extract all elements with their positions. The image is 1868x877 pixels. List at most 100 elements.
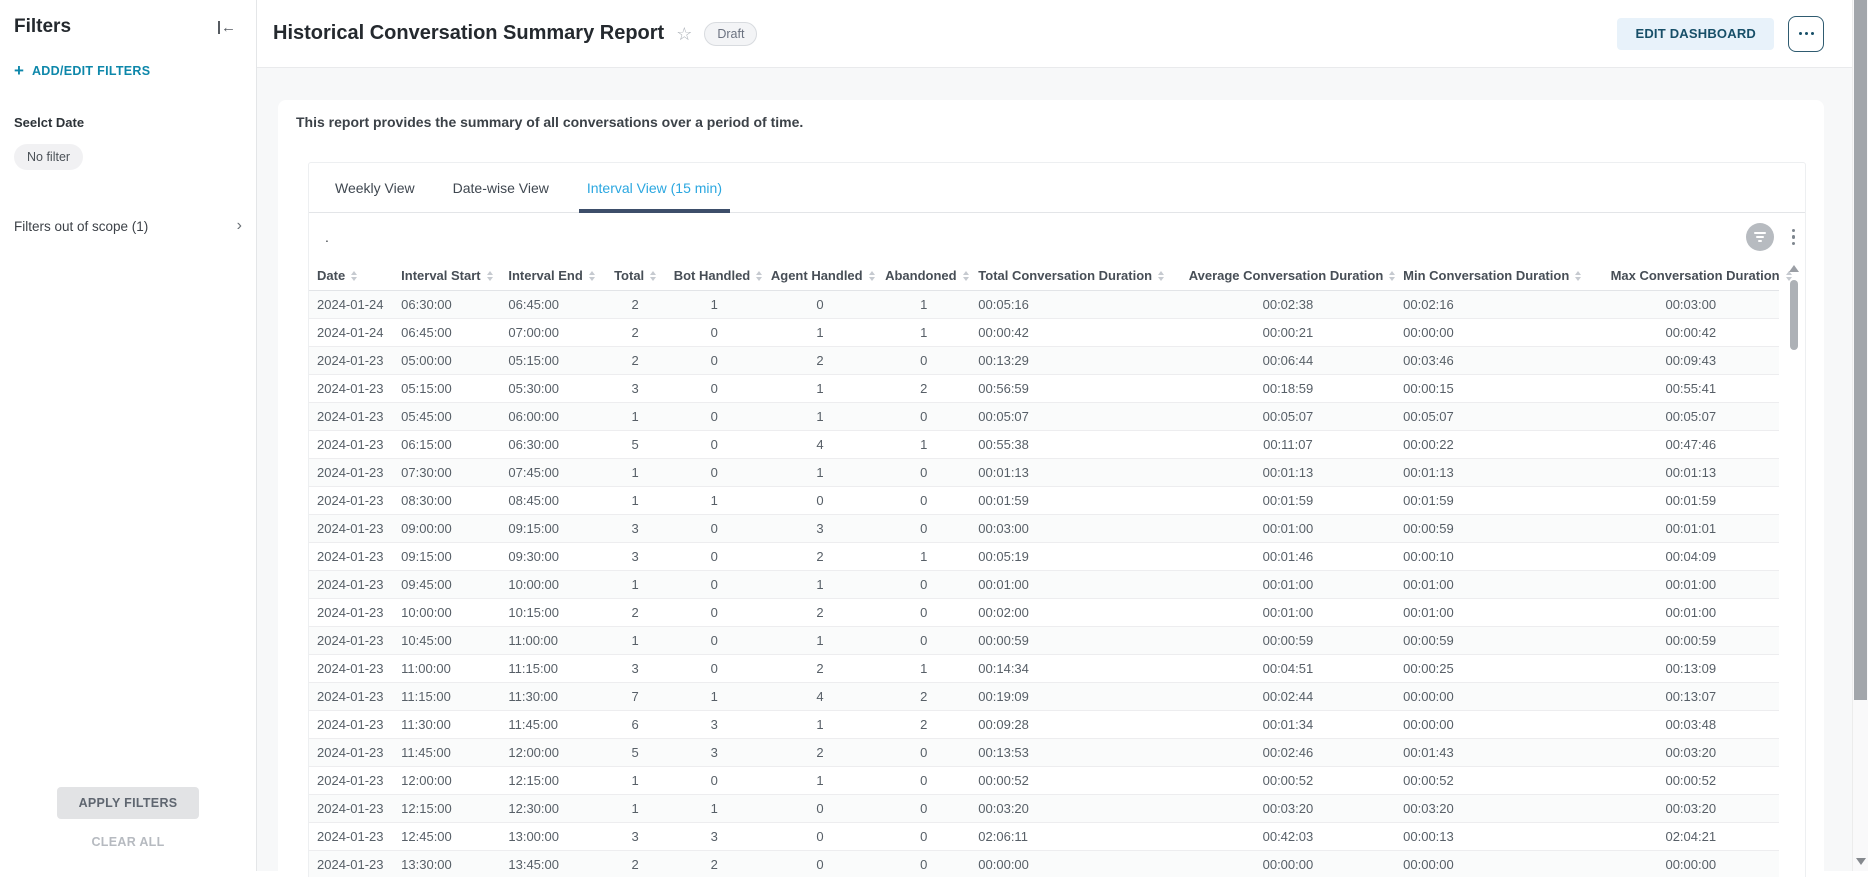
add-edit-filters-button[interactable]: + ADD/EDIT FILTERS bbox=[0, 38, 256, 79]
table-cell: 0 bbox=[877, 851, 970, 877]
widget-toolbar: . bbox=[309, 213, 1805, 261]
table-cell: 0 bbox=[763, 487, 877, 515]
table-cell: 1 bbox=[877, 431, 970, 459]
column-header-total[interactable]: Total bbox=[605, 261, 666, 291]
page-scrollbar[interactable] bbox=[1852, 0, 1868, 871]
table-cell: 00:01:13 bbox=[1603, 459, 1779, 487]
clear-all-button[interactable]: CLEAR ALL bbox=[0, 835, 256, 849]
table-cell: 0 bbox=[666, 375, 763, 403]
table-cell: 05:15:00 bbox=[393, 375, 500, 403]
column-header-interval-end[interactable]: Interval End bbox=[500, 261, 604, 291]
table-cell: 1 bbox=[666, 795, 763, 823]
table-cell: 00:04:51 bbox=[1181, 655, 1395, 683]
table-cell: 2 bbox=[763, 739, 877, 767]
table-cell: 00:05:07 bbox=[1395, 403, 1602, 431]
report-card: This report provides the summary of all … bbox=[278, 100, 1824, 877]
table-cell: 00:01:00 bbox=[1181, 571, 1395, 599]
table-cell: 00:00:00 bbox=[970, 851, 1180, 877]
table-cell: 0 bbox=[666, 431, 763, 459]
column-header-interval-start[interactable]: Interval Start bbox=[393, 261, 500, 291]
table-cell: 2024-01-24 bbox=[309, 319, 393, 347]
table-cell: 00:05:07 bbox=[970, 403, 1180, 431]
table-cell: 0 bbox=[666, 515, 763, 543]
column-header-max-conversation-duration[interactable]: Max Conversation Duration bbox=[1603, 261, 1779, 291]
column-header-bot-handled[interactable]: Bot Handled bbox=[666, 261, 763, 291]
table-row: 2024-01-2308:30:0008:45:00110000:01:5900… bbox=[309, 487, 1779, 515]
column-header-date[interactable]: Date bbox=[309, 261, 393, 291]
scroll-up-icon[interactable] bbox=[1789, 265, 1799, 272]
tab-weekly-view[interactable]: Weekly View bbox=[331, 163, 419, 212]
table-header-row: DateInterval StartInterval EndTotalBot H… bbox=[309, 261, 1779, 291]
table-filter-icon[interactable] bbox=[1746, 223, 1774, 251]
tab-interval-view[interactable]: Interval View (15 min) bbox=[583, 163, 726, 212]
table-cell: 11:15:00 bbox=[393, 683, 500, 711]
column-header-abandoned[interactable]: Abandoned bbox=[877, 261, 970, 291]
edit-dashboard-button[interactable]: EDIT DASHBOARD bbox=[1617, 18, 1774, 50]
column-header-average-conversation-duration[interactable]: Average Conversation Duration bbox=[1181, 261, 1395, 291]
table-cell: 00:00:59 bbox=[1395, 515, 1602, 543]
table-cell: 1 bbox=[763, 571, 877, 599]
table-cell: 2024-01-23 bbox=[309, 515, 393, 543]
table-cell: 08:30:00 bbox=[393, 487, 500, 515]
table-cell: 00:13:53 bbox=[970, 739, 1180, 767]
table-cell: 05:15:00 bbox=[500, 347, 604, 375]
table-cell: 00:05:16 bbox=[970, 291, 1180, 319]
table-row: 2024-01-2313:30:0013:45:00220000:00:0000… bbox=[309, 851, 1779, 877]
table-cell: 11:00:00 bbox=[393, 655, 500, 683]
table-cell: 00:05:07 bbox=[1181, 403, 1395, 431]
table-scrollbar-thumb[interactable] bbox=[1790, 280, 1798, 350]
table-cell: 07:45:00 bbox=[500, 459, 604, 487]
column-header-total-conversation-duration[interactable]: Total Conversation Duration bbox=[970, 261, 1180, 291]
table-cell: 06:45:00 bbox=[500, 291, 604, 319]
table-cell: 0 bbox=[666, 571, 763, 599]
ellipsis-horizontal-icon[interactable] bbox=[1788, 16, 1824, 52]
table-cell: 0 bbox=[877, 767, 970, 795]
tab-date-wise-view[interactable]: Date-wise View bbox=[449, 163, 553, 212]
table-cell: 00:00:42 bbox=[970, 319, 1180, 347]
page-scrollbar-thumb[interactable] bbox=[1854, 0, 1867, 700]
table-cell: 5 bbox=[605, 431, 666, 459]
filters-out-of-scope-row[interactable]: Filters out of scope (1) › bbox=[0, 170, 256, 234]
table-cell: 00:03:48 bbox=[1603, 711, 1779, 739]
collapse-sidebar-icon[interactable]: ← bbox=[218, 20, 236, 35]
table-row: 2024-01-2309:45:0010:00:00101000:01:0000… bbox=[309, 571, 1779, 599]
table-cell: 0 bbox=[877, 403, 970, 431]
filters-panel-title: Filters bbox=[14, 16, 71, 38]
table-cell: 0 bbox=[763, 851, 877, 877]
table-cell: 00:03:20 bbox=[970, 795, 1180, 823]
table-cell: 00:01:00 bbox=[1395, 571, 1602, 599]
table-cell: 4 bbox=[763, 683, 877, 711]
table-cell: 3 bbox=[666, 823, 763, 851]
main-area: Historical Conversation Summary Report ☆… bbox=[257, 0, 1868, 871]
kebab-vertical-icon[interactable] bbox=[1788, 225, 1800, 250]
table-cell: 1 bbox=[763, 375, 877, 403]
table-cell: 2 bbox=[605, 319, 666, 347]
scroll-down-icon[interactable] bbox=[1856, 858, 1866, 865]
table-cell: 00:01:01 bbox=[1603, 515, 1779, 543]
table-cell: 00:00:52 bbox=[1603, 767, 1779, 795]
table-row: 2024-01-2311:15:0011:30:00714200:19:0900… bbox=[309, 683, 1779, 711]
column-header-min-conversation-duration[interactable]: Min Conversation Duration bbox=[1395, 261, 1602, 291]
table-cell: 00:01:00 bbox=[1603, 599, 1779, 627]
table-cell: 0 bbox=[877, 487, 970, 515]
table-cell: 2024-01-23 bbox=[309, 599, 393, 627]
table-cell: 00:01:13 bbox=[1395, 459, 1602, 487]
table-cell: 2 bbox=[605, 851, 666, 877]
table-cell: 0 bbox=[666, 347, 763, 375]
table-cell: 1 bbox=[605, 571, 666, 599]
filters-sidebar: Filters ← + ADD/EDIT FILTERS Seelct Date… bbox=[0, 0, 257, 871]
table-container: DateInterval StartInterval EndTotalBot H… bbox=[309, 261, 1805, 877]
no-filter-chip: No filter bbox=[14, 144, 83, 170]
table-cell: 2 bbox=[666, 851, 763, 877]
table-cell: 2024-01-23 bbox=[309, 739, 393, 767]
column-header-agent-handled[interactable]: Agent Handled bbox=[763, 261, 877, 291]
table-cell: 0 bbox=[877, 627, 970, 655]
table-cell: 11:30:00 bbox=[500, 683, 604, 711]
table-cell: 1 bbox=[763, 403, 877, 431]
apply-filters-button[interactable]: APPLY FILTERS bbox=[57, 787, 200, 819]
table-cell: 00:03:20 bbox=[1181, 795, 1395, 823]
star-icon[interactable]: ☆ bbox=[676, 25, 692, 43]
table-scrollbar[interactable] bbox=[1789, 265, 1799, 877]
table-cell: 12:30:00 bbox=[500, 795, 604, 823]
table-cell: 11:00:00 bbox=[500, 627, 604, 655]
